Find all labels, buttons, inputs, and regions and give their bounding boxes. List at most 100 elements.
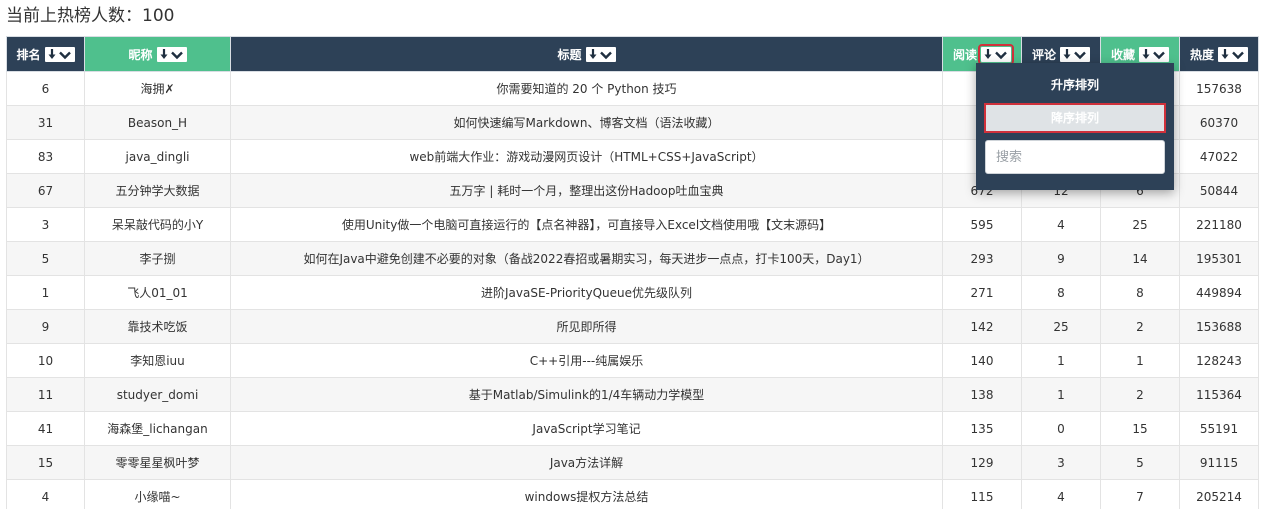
cell-heat: 195301 [1179,241,1259,276]
sort-heat-button[interactable] [1218,46,1248,62]
cell-rank: 5 [6,241,85,276]
table-row: 10 李知恩iuu C++引用---纯属娱乐 140 1 1 128243 [6,343,1259,378]
cell-reads: 293 [942,241,1022,276]
cell-nickname: 海森堡_lichangan [84,411,231,446]
cell-rank: 83 [6,139,85,174]
cell-rank: 1 [6,275,85,310]
cell-heat: 47022 [1179,139,1259,174]
sort-arrow-icon [46,48,74,61]
cell-title[interactable]: 如何快速编写Markdown、博客文档（语法收藏） [230,105,943,140]
cell-reads: 271 [942,275,1022,310]
cell-nickname: 呆呆敲代码的小Y [84,207,231,242]
cell-favorites: 25 [1100,207,1180,242]
cell-rank: 3 [6,207,85,242]
column-header-inner: 标题 [557,46,616,63]
cell-rank: 6 [6,71,85,106]
cell-heat: 50844 [1179,173,1259,208]
sort-nickname-button[interactable] [156,46,187,62]
cell-nickname: Beason_H [84,105,231,140]
sort-title-button[interactable] [585,46,616,62]
cell-title[interactable]: 你需要知道的 20 个 Python 技巧 [230,71,943,106]
cell-favorites: 8 [1100,275,1180,310]
cell-comments: 4 [1021,207,1101,242]
cell-favorites: 2 [1100,377,1180,412]
cell-comments: 25 [1021,309,1101,344]
dropdown-search-input[interactable] [985,140,1165,174]
cell-comments: 3 [1021,445,1101,480]
sort-ascending-option[interactable]: 升序排列 [984,75,1166,95]
sort-arrow-icon [1219,48,1247,61]
cell-heat: 157638 [1179,71,1259,106]
cell-rank: 67 [6,173,85,208]
sort-comments-button[interactable] [1060,46,1090,62]
sort-reads-button[interactable] [978,43,1014,65]
sort-arrow-icon [1061,48,1089,61]
cell-comments: 9 [1021,241,1101,276]
cell-title[interactable]: windows提权方法总结 [230,479,943,509]
column-header-label: 标题 [557,47,582,62]
cell-reads: 129 [942,445,1022,480]
cell-rank: 11 [6,377,85,412]
cell-reads: 140 [942,343,1022,378]
cell-nickname: 李子捌 [84,241,231,276]
cell-nickname: java_dingli [84,139,231,174]
cell-rank: 41 [6,411,85,446]
cell-favorites: 2 [1100,309,1180,344]
cell-title[interactable]: 所见即所得 [230,309,943,344]
hot-count: 100 [142,6,175,26]
cell-rank: 9 [6,309,85,344]
cell-title[interactable]: web前端大作业：游戏动漫网页设计（HTML+CSS+JavaScript） [230,139,943,174]
cell-reads: 135 [942,411,1022,446]
column-header-heat: 热度 [1179,36,1259,72]
cell-heat: 128243 [1179,343,1259,378]
cell-nickname: 靠技术吃饭 [84,309,231,344]
cell-favorites: 15 [1100,411,1180,446]
sort-dropdown: 升序排列 降序排列 [976,63,1174,190]
column-header-nickname: 昵称 [84,36,231,72]
cell-nickname: 小缘喵~ [84,479,231,509]
table-row: 5 李子捌 如何在Java中避免创建不必要的对象（备战2022春招或暑期实习，每天进… [6,241,1259,276]
cell-favorites: 14 [1100,241,1180,276]
column-header-label: 收藏 [1110,47,1135,62]
cell-reads: 138 [942,377,1022,412]
column-header-title: 标题 [230,36,943,72]
cell-title[interactable]: JavaScript学习笔记 [230,411,943,446]
cell-title[interactable]: 基于Matlab/Simulink的1/4车辆动力学模型 [230,377,943,412]
page: 当前上热榜人数：100 排名 昵称 标题 阅读 评论 收藏 热度 6 海拥✗ 你需要知道的 20… [0,0,1261,509]
column-header-label: 阅读 [952,47,977,62]
sort-favorites-button[interactable] [1139,46,1169,62]
table-row: 9 靠技术吃饭 所见即所得 142 25 2 153688 [6,309,1259,344]
cell-reads: 595 [942,207,1022,242]
column-header-inner: 昵称 [128,46,187,63]
cell-title[interactable]: 五万字 | 耗时一个月，整理出这份Hadoop吐血宝典 [230,173,943,208]
sort-descending-option[interactable]: 降序排列 [984,103,1166,133]
table-row: 11 studyer_domi 基于Matlab/Simulink的1/4车辆动力学… [6,377,1259,412]
cell-title[interactable]: 使用Unity做一个电脑可直接运行的【点名神器】，可直接导入Excel文档使用哦… [230,207,943,242]
column-header-inner: 评论 [1032,46,1090,63]
cell-title[interactable]: Java方法详解 [230,445,943,480]
table-row: 41 海森堡_lichangan JavaScript学习笔记 135 0 15 55191 [6,411,1259,446]
table-row: 1 飞人01_01 进阶JavaSE-PriorityQueue优先级队列 271 8 8… [6,275,1259,310]
cell-favorites: 1 [1100,343,1180,378]
cell-nickname: 飞人01_01 [84,275,231,310]
cell-title[interactable]: C++引用---纯属娱乐 [230,343,943,378]
cell-rank: 10 [6,343,85,378]
cell-title[interactable]: 如何在Java中避免创建不必要的对象（备战2022春招或暑期实习，每天进步一点点… [230,241,943,276]
column-header-inner: 阅读 [952,43,1014,65]
table-row: 3 呆呆敲代码的小Y 使用Unity做一个电脑可直接运行的【点名神器】，可直接导入E… [6,207,1259,242]
cell-rank: 4 [6,479,85,509]
table-row: 4 小缘喵~ windows提权方法总结 115 4 7 205214 [6,479,1259,509]
cell-comments: 1 [1021,377,1101,412]
column-header-inner: 收藏 [1111,46,1169,63]
cell-comments: 1 [1021,343,1101,378]
sort-arrow-icon [158,48,186,61]
cell-heat: 221180 [1179,207,1259,242]
cell-heat: 153688 [1179,309,1259,344]
cell-comments: 8 [1021,275,1101,310]
cell-nickname: 李知恩iuu [84,343,231,378]
sort-arrow-icon [1140,48,1168,61]
cell-title[interactable]: 进阶JavaSE-PriorityQueue优先级队列 [230,275,943,310]
table-row: 15 零零星星枫叶梦 Java方法详解 129 3 5 91115 [6,445,1259,480]
sort-rank-button[interactable] [44,46,75,62]
cell-heat: 449894 [1179,275,1259,310]
